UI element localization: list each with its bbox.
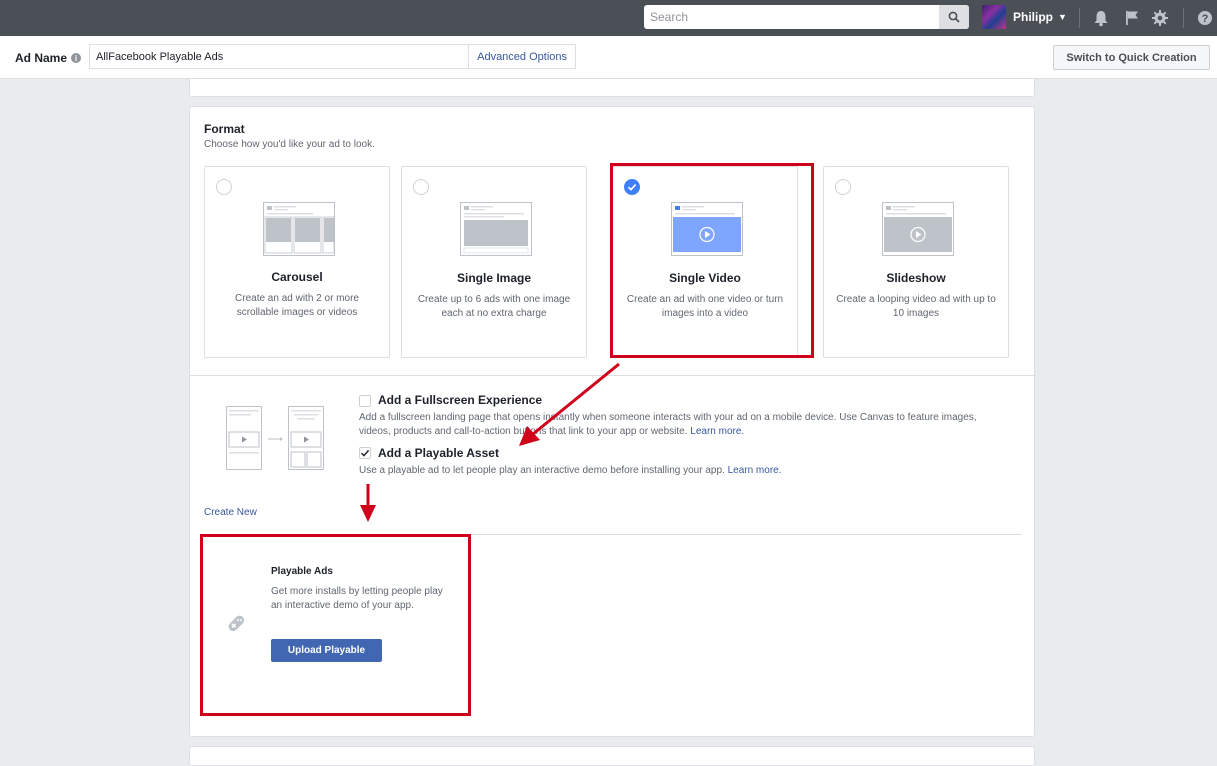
bell-icon: [1094, 11, 1108, 27]
playable-asset-title: Add a Playable Asset: [378, 446, 499, 460]
radio-slideshow[interactable]: [835, 179, 851, 195]
fullscreen-experience-desc: Add a fullscreen landing page that opens…: [359, 411, 979, 439]
ad-name-field: Advanced Options: [89, 44, 576, 69]
ad-name-label: Ad Name i: [15, 51, 82, 65]
single-image-thumbnail-icon: [460, 202, 532, 256]
info-icon[interactable]: i: [71, 53, 82, 63]
chevron-down-icon: ▼: [1058, 12, 1067, 22]
help-button[interactable]: ?: [1194, 7, 1216, 29]
advanced-options-link[interactable]: Advanced Options: [468, 45, 575, 68]
top-navigation-bar: Philipp ▼ ?: [0, 0, 1217, 36]
radio-carousel[interactable]: [216, 179, 232, 195]
user-menu[interactable]: Philipp ▼: [982, 4, 1067, 30]
option-title: Single Image: [456, 271, 532, 285]
playable-asset-desc: Use a playable ad to let people play an …: [359, 464, 979, 478]
create-new-link[interactable]: Create New: [204, 507, 257, 518]
divider: [1183, 8, 1184, 28]
option-title: Carousel: [271, 270, 323, 284]
flag-button[interactable]: [1121, 7, 1143, 29]
annotation-box-single-video: [610, 163, 814, 358]
search-box: [644, 5, 969, 29]
ad-name-label-text: Ad Name: [15, 51, 68, 65]
annotation-box-playable-ads: [200, 534, 471, 716]
previous-section-panel: [189, 79, 1035, 97]
fullscreen-experience-checkbox[interactable]: [359, 395, 371, 407]
search-icon: [948, 11, 960, 23]
user-name: Philipp: [1013, 10, 1053, 24]
format-option-carousel[interactable]: Carousel Create an ad with 2 or more scr…: [204, 166, 390, 358]
flag-icon: [1126, 11, 1138, 25]
carousel-thumbnail-icon: [263, 202, 335, 256]
option-desc: Create a looping video ad with up to 10 …: [836, 294, 996, 319]
gear-icon: [1152, 10, 1168, 26]
svg-text:?: ?: [1202, 13, 1209, 25]
format-option-slideshow[interactable]: Slideshow Create a looping video ad with…: [823, 166, 1009, 358]
fullscreen-experience-illustration-icon: [226, 406, 324, 470]
option-desc: Create an ad with 2 or more scrollable i…: [235, 293, 359, 318]
avatar: [982, 5, 1006, 29]
search-button[interactable]: [939, 5, 969, 29]
playable-asset-checkbox-checked[interactable]: [359, 447, 371, 459]
format-option-single-image[interactable]: Single Image Create up to 6 ads with one…: [401, 166, 587, 358]
ad-name-input[interactable]: [90, 45, 469, 68]
notifications-button[interactable]: [1090, 7, 1112, 29]
option-title: Slideshow: [886, 271, 946, 285]
next-section-panel: [189, 746, 1035, 766]
fullscreen-experience-title: Add a Fullscreen Experience: [378, 393, 543, 407]
search-input[interactable]: [644, 5, 938, 29]
ad-name-bar: Ad Name i Advanced Options Switch to Qui…: [0, 36, 1217, 79]
option-desc: Create up to 6 ads with one image each a…: [417, 294, 571, 319]
section-divider: [190, 375, 1036, 376]
settings-button[interactable]: [1149, 7, 1171, 29]
slideshow-thumbnail-icon: [882, 202, 954, 256]
learn-more-link[interactable]: Learn more.: [690, 426, 744, 437]
switch-to-quick-creation-button[interactable]: Switch to Quick Creation: [1053, 45, 1210, 70]
radio-single-image[interactable]: [413, 179, 429, 195]
divider: [1079, 8, 1080, 28]
checkmark-icon: [360, 449, 370, 457]
fullscreen-experience-desc-text: Add a fullscreen landing page that opens…: [359, 412, 977, 437]
help-icon: ?: [1198, 11, 1212, 25]
format-title: Format: [204, 122, 245, 136]
learn-more-link[interactable]: Learn more.: [728, 465, 782, 476]
format-subtitle: Choose how you'd like your ad to look.: [204, 139, 375, 150]
playable-asset-desc-text: Use a playable ad to let people play an …: [359, 465, 725, 476]
